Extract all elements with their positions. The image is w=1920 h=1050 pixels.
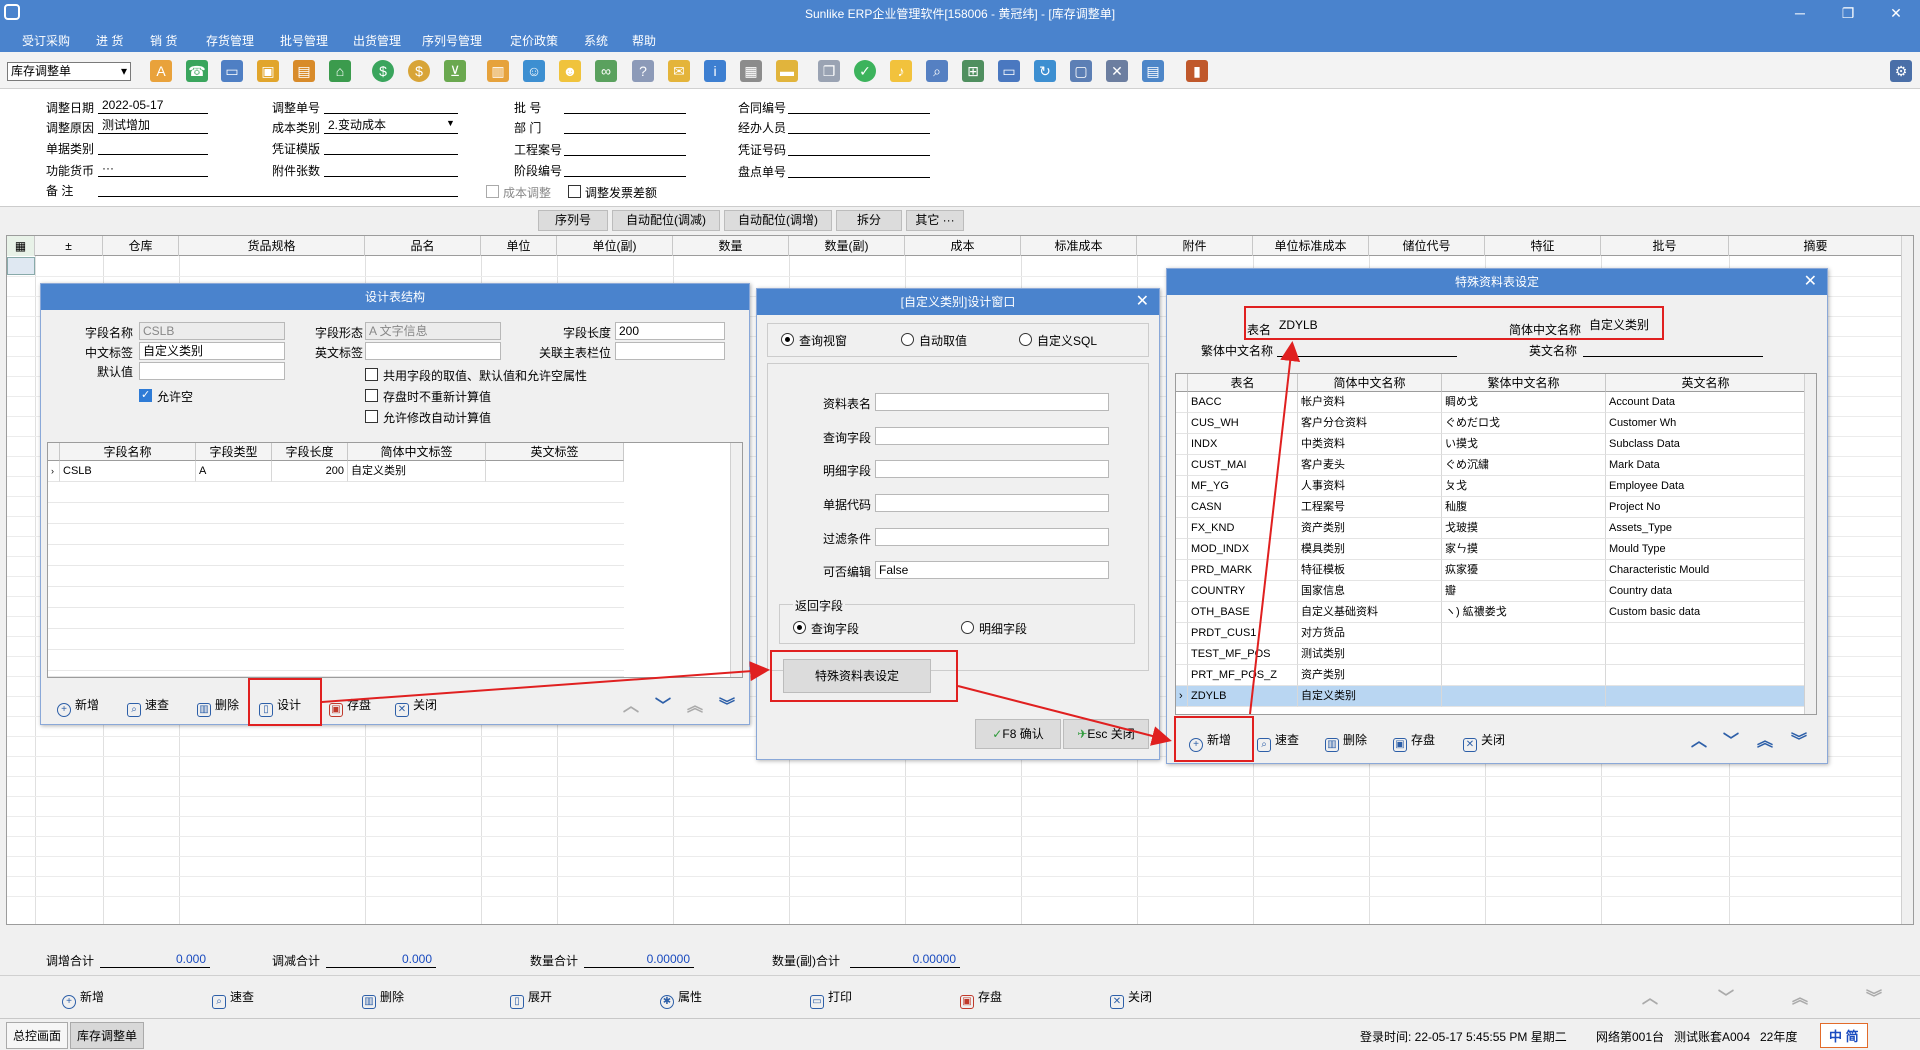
- arrow-design-to-special: [321, 661, 770, 703]
- arrow-new-to-fields: [1249, 341, 1301, 715]
- annotation-arrows: [321, 341, 1301, 746]
- arrow-special-to-new: [957, 685, 1172, 746]
